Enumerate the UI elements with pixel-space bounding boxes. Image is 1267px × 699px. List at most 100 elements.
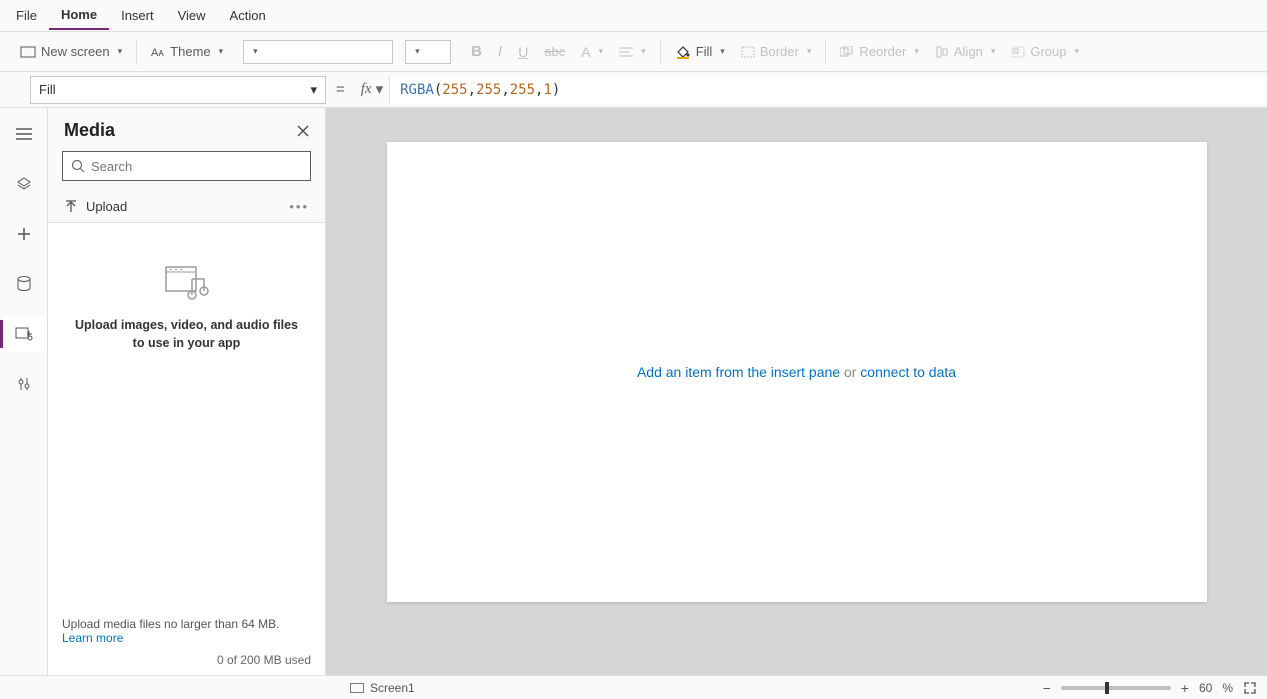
chevron-down-icon: ▾ (1074, 46, 1079, 57)
search-box[interactable] (62, 151, 311, 181)
menu-home[interactable]: Home (49, 1, 109, 30)
new-screen-label: New screen (41, 44, 110, 59)
zoom-in-button[interactable]: + (1181, 680, 1189, 696)
align-button[interactable]: Align ▾ (927, 40, 1003, 63)
zoom-value: 60 (1199, 681, 1212, 695)
italic-button[interactable]: I (490, 39, 510, 64)
chevron-down-icon: ▾ (415, 46, 420, 57)
chevron-down-icon: ▾ (599, 46, 604, 57)
close-panel-button[interactable] (297, 125, 309, 137)
rail-hamburger[interactable] (4, 116, 44, 152)
insert-pane-link[interactable]: Add an item from the insert pane (637, 364, 840, 380)
main-body: Media Upload ••• Upload images, v (0, 108, 1267, 675)
more-options-button[interactable]: ••• (289, 199, 309, 214)
ellipsis-icon: ••• (289, 199, 309, 214)
upload-label: Upload (86, 199, 127, 214)
screen-icon (350, 683, 364, 693)
formula-input[interactable]: RGBA(255, 255, 255, 1) (389, 76, 1267, 104)
left-rail (0, 108, 48, 675)
formula-function: RGBA (400, 82, 434, 98)
chevron-down-icon: ▾ (219, 46, 224, 57)
chevron-down-icon: ▾ (914, 46, 919, 57)
reorder-label: Reorder (859, 44, 906, 59)
expand-icon (1243, 681, 1257, 695)
canvas-empty-message: Add an item from the insert pane or conn… (637, 364, 956, 380)
media-icon (15, 326, 33, 342)
menu-view[interactable]: View (166, 2, 218, 29)
theme-icon: Aᴀ (151, 45, 165, 59)
upload-button[interactable]: Upload (64, 199, 127, 214)
text-align-button[interactable]: ▾ (611, 42, 654, 62)
svg-text:Aᴀ: Aᴀ (151, 47, 164, 59)
formula-bar: Fill ▾ = fx ▾ RGBA(255, 255, 255, 1) (0, 72, 1267, 108)
plus-icon (16, 226, 32, 242)
chevron-down-icon: ▾ (376, 80, 384, 99)
font-family-select[interactable]: ▾ (243, 40, 393, 64)
connect-data-link[interactable]: connect to data (860, 364, 956, 380)
layers-icon (16, 176, 32, 192)
search-icon (71, 159, 85, 173)
zoom-suffix: % (1222, 681, 1233, 695)
rail-insert[interactable] (4, 216, 44, 252)
border-label: Border (760, 44, 799, 59)
chevron-down-icon: ▾ (641, 46, 646, 57)
screen-indicator[interactable]: Screen1 (350, 681, 415, 695)
rail-tree-view[interactable] (4, 166, 44, 202)
underline-button[interactable]: U (510, 40, 536, 64)
menu-action[interactable]: Action (218, 2, 278, 29)
screen-icon (20, 46, 36, 58)
database-icon (17, 276, 31, 292)
theme-label: Theme (170, 44, 210, 59)
rail-data[interactable] (4, 266, 44, 302)
menu-file[interactable]: File (4, 2, 49, 29)
panel-footer: Upload media files no larger than 64 MB.… (48, 607, 325, 675)
group-label: Group (1030, 44, 1066, 59)
fx-label: fx (361, 81, 372, 98)
border-icon (741, 46, 755, 58)
reorder-button[interactable]: Reorder ▾ (832, 40, 927, 63)
design-canvas[interactable]: Add an item from the insert pane or conn… (387, 142, 1207, 602)
chevron-down-icon: ▾ (118, 46, 123, 57)
panel-title: Media (64, 120, 115, 141)
theme-button[interactable]: Aᴀ Theme ▾ (143, 40, 231, 63)
font-color-button[interactable]: A▾ (573, 40, 611, 64)
new-screen-button[interactable]: New screen ▾ (12, 40, 130, 63)
rail-advanced-tools[interactable] (4, 366, 44, 402)
rail-media[interactable] (4, 316, 44, 352)
fill-label: Fill (696, 44, 713, 59)
bold-button[interactable]: B (463, 39, 490, 64)
property-selector[interactable]: Fill ▾ (30, 76, 326, 104)
fill-button[interactable]: Fill ▾ (667, 40, 733, 63)
font-size-select[interactable]: ▾ (405, 40, 451, 64)
fullscreen-button[interactable] (1243, 681, 1257, 695)
fx-button[interactable]: fx ▾ (355, 80, 389, 99)
property-value: Fill (39, 82, 56, 97)
upload-hint: Upload images, video, and audio files to… (48, 317, 325, 352)
chevron-down-icon: ▾ (310, 82, 317, 98)
storage-usage: 0 of 200 MB used (62, 653, 311, 667)
menu-insert[interactable]: Insert (109, 2, 166, 29)
strikethrough-button[interactable]: abc (536, 40, 573, 63)
close-icon (297, 125, 309, 137)
paint-bucket-icon (675, 45, 691, 59)
learn-more-link[interactable]: Learn more (62, 631, 311, 645)
group-button[interactable]: Group ▾ (1003, 40, 1087, 63)
canvas-or: or (840, 364, 860, 380)
align-icon (619, 46, 633, 58)
ribbon-toolbar: New screen ▾ Aᴀ Theme ▾ ▾ ▾ B I U abc A▾… (0, 32, 1267, 72)
menu-bar: File Home Insert View Action (0, 0, 1267, 32)
hamburger-icon (16, 128, 32, 140)
screen-name: Screen1 (370, 681, 415, 695)
align-objects-icon (935, 46, 949, 58)
canvas-area: Add an item from the insert pane or conn… (326, 108, 1267, 675)
media-panel: Media Upload ••• Upload images, v (48, 108, 326, 675)
status-bar: Screen1 − + 60 % (0, 675, 1267, 699)
media-placeholder-icon (164, 263, 210, 301)
border-button[interactable]: Border ▾ (733, 40, 820, 63)
zoom-out-button[interactable]: − (1043, 680, 1051, 696)
upload-icon (64, 200, 78, 214)
equals-label: = (326, 81, 355, 98)
tools-icon (17, 376, 31, 392)
zoom-slider[interactable] (1061, 686, 1171, 690)
search-input[interactable] (91, 159, 302, 174)
